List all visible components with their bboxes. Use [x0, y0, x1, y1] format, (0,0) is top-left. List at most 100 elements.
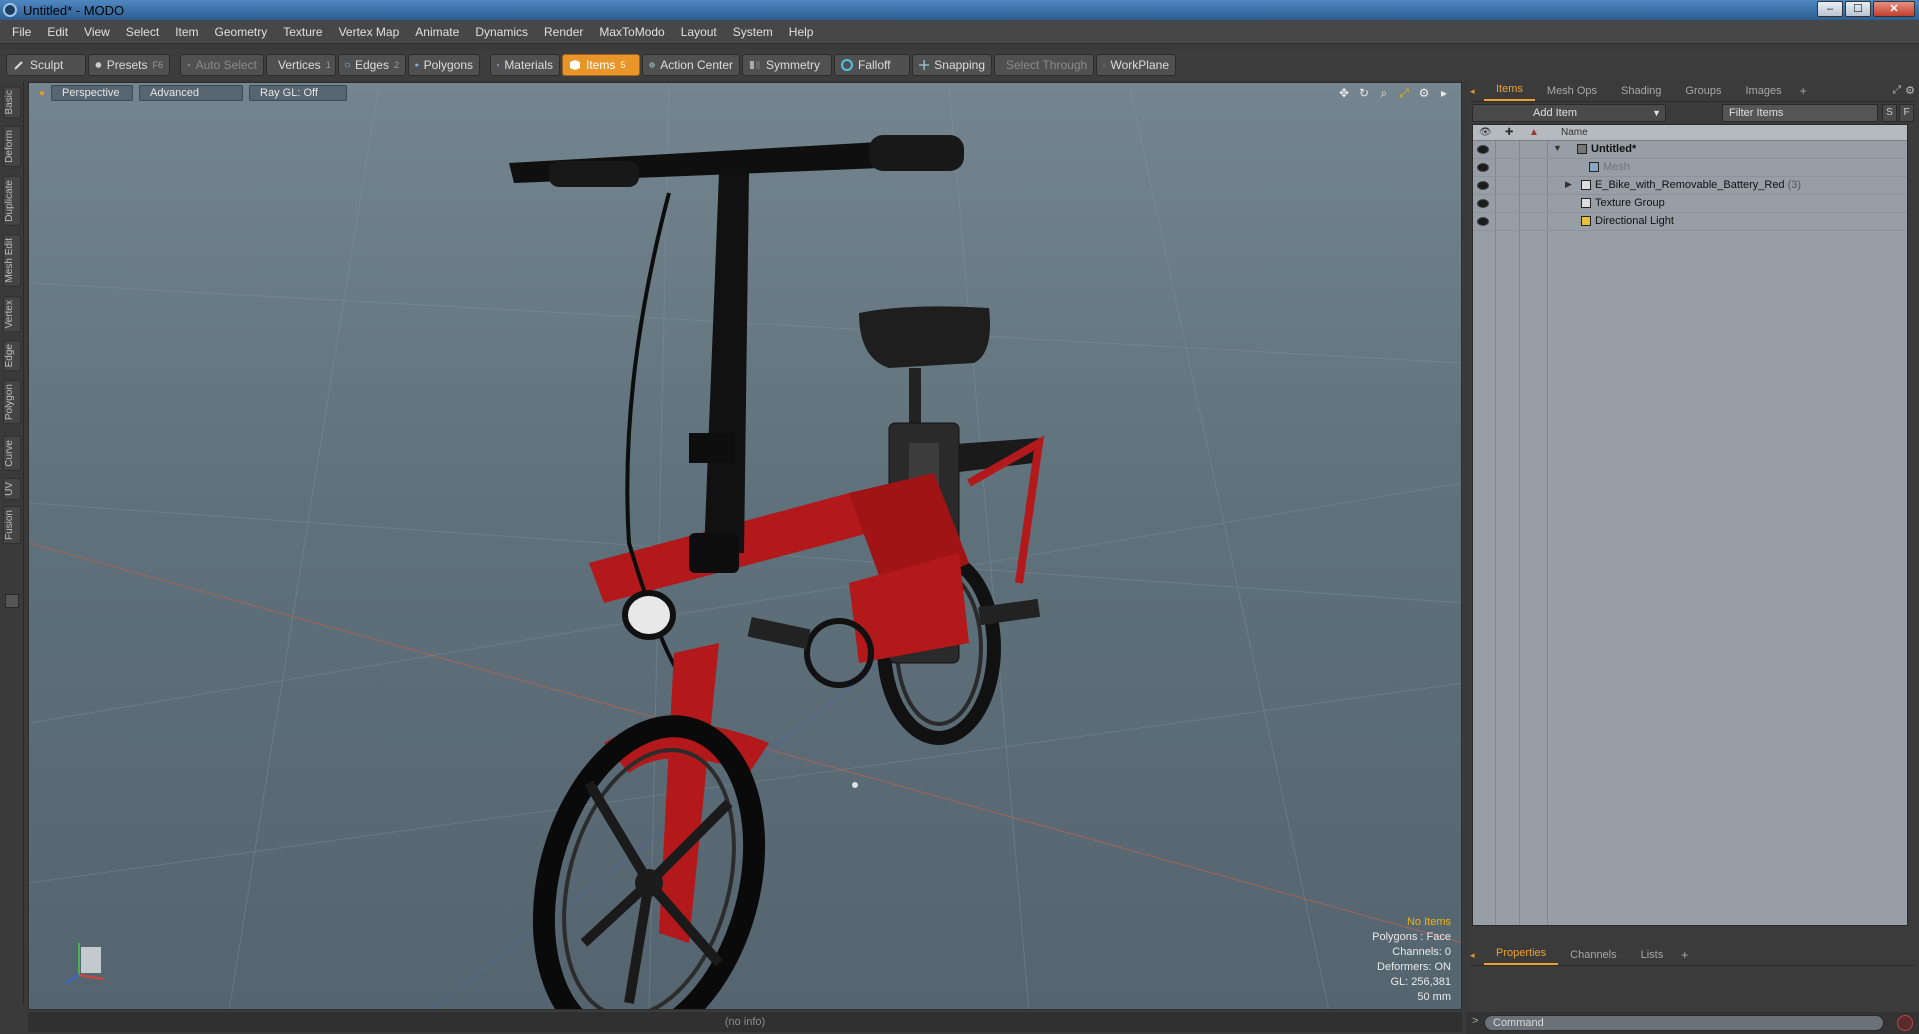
presets-button[interactable]: Presets F6	[88, 54, 170, 76]
action-center-button[interactable]: Action Center	[642, 54, 740, 76]
viewport-nav-icons: ✥ ↻ ⌕ ⤢ ⚙ ▸	[1337, 86, 1451, 100]
menu-edit[interactable]: Edit	[39, 20, 76, 44]
symmetry-button[interactable]: Symmetry	[742, 54, 832, 76]
filter-f-button[interactable]: F	[1899, 104, 1914, 122]
scale-info: 50 mm	[1417, 991, 1451, 1003]
close-button[interactable]: ✕	[1873, 1, 1915, 17]
tree-item-directional-light[interactable]: Directional Light	[1473, 213, 1907, 231]
tab-vertex[interactable]: Vertex	[3, 296, 21, 333]
gear-icon[interactable]: ⚙	[1417, 86, 1431, 100]
menu-select[interactable]: Select	[118, 20, 167, 44]
collapse-triangle-icon[interactable]: ▼	[1553, 143, 1562, 153]
expand-panel-icon[interactable]: ⤢	[1892, 84, 1901, 97]
stop-icon[interactable]	[1897, 1015, 1913, 1031]
shading-mode-dropdown[interactable]: Advanced	[139, 85, 244, 101]
3d-viewport[interactable]: ● Perspective Advanced Ray GL: Off ✥ ↻ ⌕…	[28, 82, 1462, 1010]
polygons-button[interactable]: Polygons	[408, 54, 480, 76]
panel-menu-icon[interactable]: ◂	[1470, 945, 1484, 965]
menu-dynamics[interactable]: Dynamics	[467, 20, 536, 44]
snapping-button[interactable]: Snapping	[912, 54, 992, 76]
panel-menu-icon[interactable]: ◂	[1470, 81, 1484, 101]
select-through-button[interactable]: Select Through	[994, 54, 1094, 76]
tab-deform[interactable]: Deform	[3, 126, 21, 167]
render-column-icon[interactable]: ▲	[1529, 127, 1539, 138]
visibility-column-eye-icon[interactable]: 👁	[1479, 127, 1492, 138]
sculpt-label: Sculpt	[30, 58, 64, 72]
falloff-button[interactable]: Falloff	[834, 54, 910, 76]
menu-layout[interactable]: Layout	[673, 20, 725, 44]
tab-fusion[interactable]: Fusion	[3, 506, 21, 545]
menu-help[interactable]: Help	[781, 20, 822, 44]
menu-render[interactable]: Render	[536, 20, 591, 44]
items-button[interactable]: Items 5	[562, 54, 640, 76]
scene-canvas[interactable]	[29, 83, 1462, 1010]
zoom-icon[interactable]: ⌕	[1377, 86, 1391, 100]
lock-column-icon[interactable]: ✚	[1505, 127, 1513, 138]
auto-select-label: Auto Select	[195, 58, 257, 72]
tab-basic[interactable]: Basic	[3, 86, 21, 119]
add-tab-button[interactable]: +	[1675, 945, 1694, 965]
tab-channels[interactable]: Channels	[1558, 945, 1628, 965]
tab-uv[interactable]: UV	[3, 478, 21, 500]
tab-polygon[interactable]: Polygon	[3, 380, 21, 425]
tab-mesh-edit[interactable]: Mesh Edit	[3, 234, 21, 287]
visibility-eye-icon[interactable]	[1477, 145, 1489, 154]
add-tab-button[interactable]: +	[1794, 81, 1813, 101]
auto-select-button[interactable]: Auto Select	[180, 54, 264, 76]
vertices-button[interactable]: Vertices 1	[266, 54, 336, 76]
maximize-viewport-icon[interactable]: ⤢	[1397, 86, 1411, 100]
panel-top-icons: ⤢ ⚙	[1892, 84, 1915, 97]
mesh-label: Mesh	[1603, 161, 1630, 173]
tree-item-mesh[interactable]: Mesh	[1473, 159, 1907, 177]
texture-group-label: Texture Group	[1595, 197, 1665, 209]
tab-mesh-ops[interactable]: Mesh Ops	[1535, 81, 1609, 101]
menu-view[interactable]: View	[76, 20, 118, 44]
ray-gl-toggle[interactable]: Ray GL: Off	[249, 85, 348, 101]
tree-item-texture-group[interactable]: Texture Group	[1473, 195, 1907, 213]
tab-duplicate[interactable]: Duplicate	[3, 176, 21, 226]
visibility-eye-icon[interactable]	[1477, 181, 1489, 190]
edges-button[interactable]: Edges 2	[338, 54, 406, 76]
maximize-button[interactable]: ☐	[1845, 1, 1871, 17]
materials-button[interactable]: Materials	[490, 54, 560, 76]
tab-curve[interactable]: Curve	[3, 436, 21, 471]
menu-item[interactable]: Item	[167, 20, 206, 44]
workplane-button[interactable]: WorkPlane	[1096, 54, 1176, 76]
tree-item-ebike[interactable]: ▶ E_Bike_with_Removable_Battery_Red (3)	[1473, 177, 1907, 195]
tab-items[interactable]: Items	[1484, 79, 1535, 101]
tab-shading[interactable]: Shading	[1609, 81, 1673, 101]
tree-item-scene[interactable]: ▼ Untitled*	[1473, 141, 1907, 159]
view-type-dropdown[interactable]: Perspective	[51, 85, 134, 101]
menu-system[interactable]: System	[725, 20, 781, 44]
viewport-info-overlay: No Items Polygons : Face Channels: 0 Def…	[1372, 915, 1451, 1005]
panel-gear-icon[interactable]: ⚙	[1905, 84, 1915, 97]
pan-icon[interactable]: ✥	[1337, 86, 1351, 100]
name-column-header[interactable]: Name	[1561, 127, 1588, 138]
viewport-menu-icon[interactable]: ●	[39, 88, 45, 99]
strip-toggle-button[interactable]	[5, 594, 19, 608]
tab-edge[interactable]: Edge	[3, 340, 21, 372]
tab-properties[interactable]: Properties	[1484, 943, 1559, 965]
visibility-eye-icon[interactable]	[1477, 163, 1489, 172]
minimize-button[interactable]: –	[1817, 1, 1843, 17]
expand-arrow-icon[interactable]: ▸	[1437, 86, 1451, 100]
add-item-dropdown[interactable]: Add Item ▼	[1472, 104, 1666, 122]
menu-geometry[interactable]: Geometry	[207, 20, 276, 44]
menu-maxtomodo[interactable]: MaxToModo	[591, 20, 672, 44]
filter-s-button[interactable]: S	[1882, 104, 1897, 122]
menu-vertex-map[interactable]: Vertex Map	[331, 20, 408, 44]
tab-lists[interactable]: Lists	[1629, 945, 1676, 965]
rotate-icon[interactable]: ↻	[1357, 86, 1371, 100]
expand-triangle-icon[interactable]: ▶	[1565, 179, 1572, 190]
tab-groups[interactable]: Groups	[1673, 81, 1733, 101]
menu-texture[interactable]: Texture	[275, 20, 330, 44]
tab-images[interactable]: Images	[1734, 81, 1794, 101]
visibility-eye-icon[interactable]	[1477, 199, 1489, 208]
filter-items-input[interactable]: Filter Items	[1722, 104, 1878, 122]
e-bike-model[interactable]	[509, 135, 1045, 1010]
sculpt-button[interactable]: Sculpt	[6, 54, 86, 76]
menu-file[interactable]: File	[4, 20, 39, 44]
visibility-eye-icon[interactable]	[1477, 217, 1489, 226]
command-input[interactable]: Command	[1484, 1015, 1884, 1031]
menu-animate[interactable]: Animate	[407, 20, 467, 44]
